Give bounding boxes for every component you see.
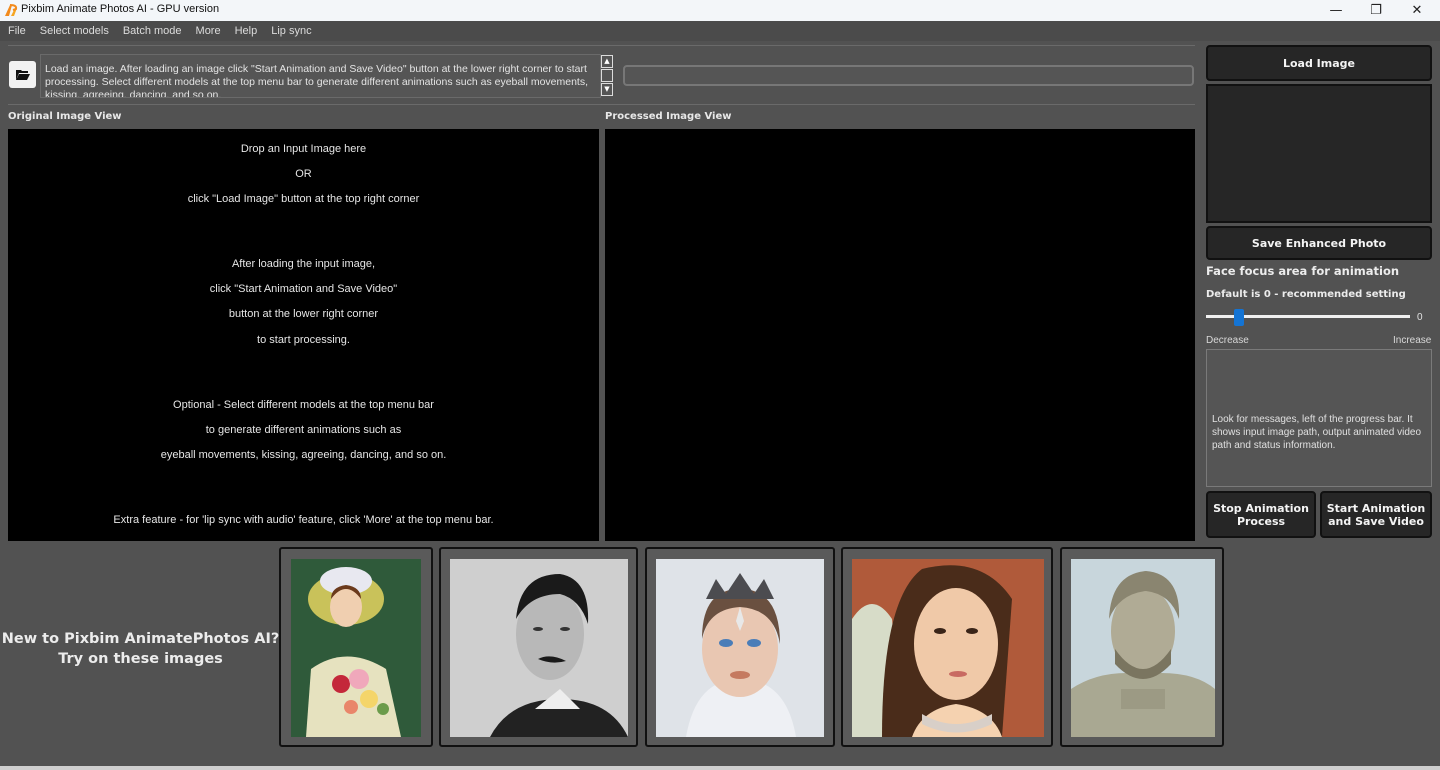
status-message-text: Look for messages, left of the progress … — [1212, 414, 1422, 451]
save-enhanced-photo-button[interactable]: Save Enhanced Photo — [1206, 226, 1432, 260]
instructions-line: kissing, agreeing, dancing, and so on. — [45, 89, 222, 98]
sample-image-marble-bust[interactable] — [1060, 547, 1224, 747]
window-bottom-border — [0, 766, 1440, 770]
decrease-label: Decrease — [1206, 335, 1249, 346]
sample-thumbnail — [852, 559, 1044, 737]
close-icon: ✕ — [1411, 3, 1423, 18]
increase-label: Increase — [1393, 335, 1432, 346]
sample-image-victorian-lady[interactable] — [279, 547, 433, 747]
folder-open-icon — [15, 70, 30, 80]
drop-hint: to generate different animations such as — [205, 424, 402, 436]
sample-thumbnail — [656, 559, 824, 737]
sample-image-man-mustache[interactable] — [439, 547, 638, 747]
divider-middle — [8, 104, 1195, 105]
menu-more[interactable]: More — [192, 25, 225, 37]
minimize-button[interactable]: — — [1316, 0, 1356, 21]
restore-icon: ❐ — [1370, 3, 1382, 18]
drop-hint: OR — [295, 168, 312, 180]
menu-batch-mode[interactable]: Batch mode — [119, 25, 186, 37]
minimize-icon: — — [1329, 3, 1343, 18]
stop-label-line2: Process — [1236, 514, 1286, 528]
sample-thumbnail — [291, 559, 421, 737]
start-animation-button[interactable]: Start Animation and Save Video — [1320, 491, 1432, 538]
processed-view-label: Processed Image View — [605, 111, 732, 122]
menu-lip-sync[interactable]: Lip sync — [267, 25, 315, 37]
status-message-box: Look for messages, left of the progress … — [1206, 349, 1432, 487]
stop-animation-button[interactable]: Stop Animation Process — [1206, 491, 1316, 538]
sample-image-woman-tiara[interactable] — [645, 547, 835, 747]
drop-hint: After loading the input image, — [231, 258, 376, 270]
menu-file[interactable]: File — [4, 25, 30, 37]
sample-prompt-line2: Try on these images — [58, 651, 223, 667]
menu-help[interactable]: Help — [231, 25, 262, 37]
drop-hint: Drop an Input Image here — [240, 143, 367, 155]
scroll-up-button[interactable]: ▲ — [601, 55, 613, 68]
sample-prompt-line1: New to Pixbim AnimatePhotos AI? — [1, 631, 280, 647]
arrow-down-icon: ▼ — [604, 85, 610, 93]
face-focus-title: Face focus area for animation — [1206, 264, 1400, 278]
sample-thumbnail — [450, 559, 628, 737]
menu-select-models[interactable]: Select models — [36, 25, 113, 37]
drop-hint: click "Load Image" button at the top rig… — [187, 193, 420, 205]
drop-hint: Extra feature - for 'lip sync with audio… — [113, 514, 494, 526]
window-title: Pixbim Animate Photos AI - GPU version — [21, 3, 220, 15]
load-image-button[interactable]: Load Image — [1206, 45, 1432, 81]
title-bar: Pixbim Animate Photos AI - GPU version —… — [0, 0, 1440, 21]
open-folder-button[interactable] — [9, 61, 36, 88]
start-label-line2: and Save Video — [1328, 514, 1424, 528]
sample-prompt: New to Pixbim AnimatePhotos AI? Try on t… — [0, 629, 281, 669]
menu-bar: File Select models Batch mode More Help … — [0, 21, 1440, 41]
divider-top — [8, 45, 1195, 46]
face-focus-slider-thumb[interactable] — [1233, 309, 1244, 326]
enhanced-photo-preview — [1206, 84, 1432, 223]
original-image-dropzone[interactable]: Drop an Input Image here OR click "Load … — [8, 129, 599, 541]
app-logo-icon — [5, 4, 18, 16]
instructions-line: processing. Select different models at t… — [45, 76, 589, 88]
maximize-button[interactable]: ❐ — [1356, 0, 1396, 21]
drop-hint: Optional - Select different models at th… — [173, 399, 434, 411]
instructions-textbox[interactable]: Load an image. After loading an image cl… — [40, 54, 601, 98]
original-view-label: Original Image View — [8, 111, 122, 122]
progress-bar — [623, 65, 1194, 86]
start-label-line1: Start Animation — [1326, 501, 1426, 515]
stop-label-line1: Stop Animation — [1213, 501, 1309, 515]
scroll-thumb[interactable] — [601, 69, 613, 82]
slider-value: 0 — [1417, 312, 1423, 323]
default-setting-note: Default is 0 - recommended setting — [1206, 289, 1406, 300]
sample-thumbnail — [1071, 559, 1215, 737]
close-button[interactable]: ✕ — [1397, 0, 1437, 21]
instructions-line: Load an image. After loading an image cl… — [45, 63, 587, 75]
drop-hint: eyeball movements, kissing, agreeing, da… — [160, 449, 447, 461]
drop-hint: to start processing. — [257, 334, 350, 346]
drop-hint: button at the lower right corner — [228, 308, 379, 320]
instructions-scrollbar[interactable]: ▲ ▼ — [601, 55, 614, 97]
processed-image-view — [605, 129, 1195, 541]
scroll-down-button[interactable]: ▼ — [601, 83, 613, 96]
drop-hint: click "Start Animation and Save Video" — [209, 283, 398, 295]
arrow-up-icon: ▲ — [604, 57, 610, 65]
sample-image-empress[interactable] — [841, 547, 1053, 747]
